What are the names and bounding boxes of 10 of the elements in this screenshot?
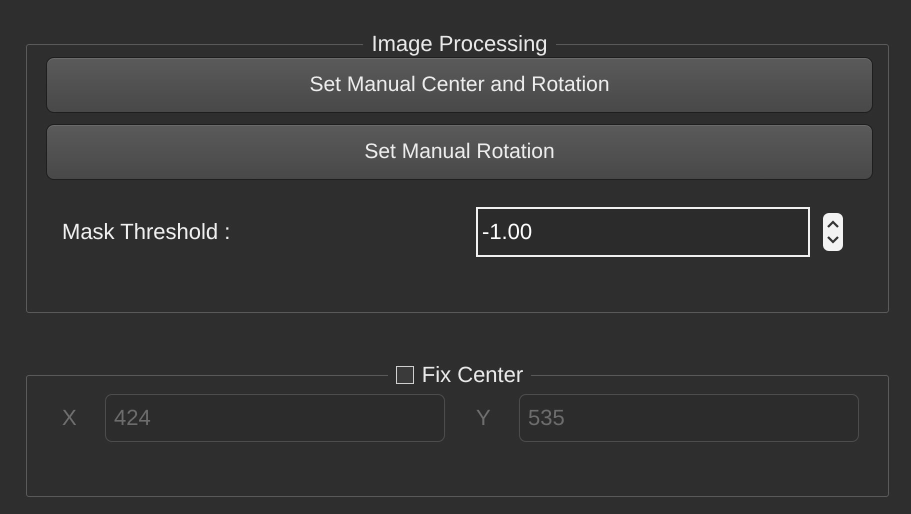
group-title: Image Processing bbox=[371, 31, 548, 57]
coordinate-label: X bbox=[62, 405, 78, 431]
threshold-field[interactable]: -1.00 bbox=[476, 207, 810, 257]
group-title: Fix Center bbox=[422, 362, 524, 388]
checkbox[interactable] bbox=[396, 366, 414, 384]
field-label: Mask Threshold : bbox=[62, 219, 232, 245]
action-button[interactable]: Set Manual Center and Rotation bbox=[46, 57, 873, 113]
action-button[interactable]: Set Manual Rotation bbox=[46, 124, 873, 180]
coordinate-label: Y bbox=[476, 405, 492, 431]
stepper-icon[interactable] bbox=[822, 212, 844, 252]
